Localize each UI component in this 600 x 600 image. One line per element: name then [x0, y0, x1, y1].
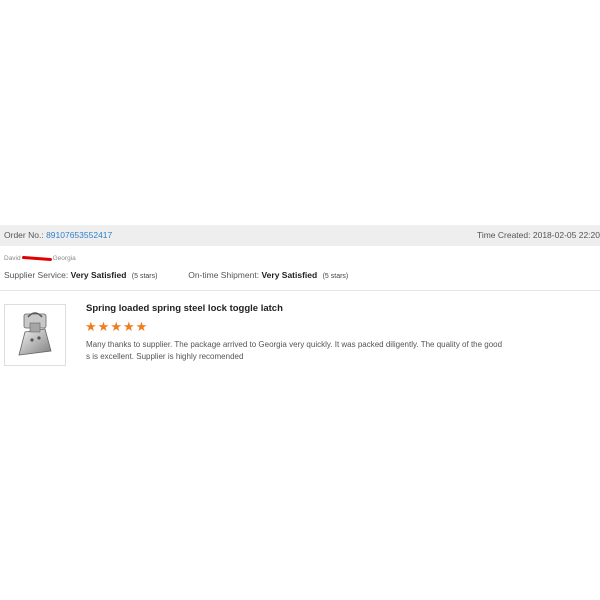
order-number: Order No.: 89107653552417: [4, 230, 112, 240]
service-ratings: Supplier Service: Very Satisfied (5 star…: [4, 270, 348, 280]
shipment-value: Very Satisfied: [261, 270, 318, 280]
order-header-bar: Order No.: 89107653552417 Time Created: …: [0, 225, 600, 246]
buyer-info: David Georgia: [4, 255, 76, 262]
supplier-service-value: Very Satisfied: [70, 270, 127, 280]
star-icon: ★: [97, 319, 110, 334]
buyer-location: Georgia: [52, 255, 76, 262]
buyer-name: David: [4, 255, 21, 262]
order-number-link[interactable]: 89107653552417: [46, 230, 112, 240]
star-icon: ★: [122, 319, 135, 334]
time-created-value: 2018-02-05 22:20: [532, 230, 600, 240]
star-rating: ★ ★ ★ ★ ★: [85, 320, 147, 334]
star-icon: ★: [110, 319, 122, 334]
time-created: Time Created: 2018-02-05 22:20: [477, 230, 600, 240]
star-icon: ★: [135, 319, 148, 334]
shipment-label: On-time Shipment:: [188, 270, 260, 280]
order-number-label: Order No.:: [4, 230, 44, 240]
star-icon: ★: [85, 319, 97, 334]
time-created-label: Time Created:: [476, 230, 531, 240]
toggle-latch-image: [18, 312, 52, 356]
redaction-mark: [21, 255, 52, 261]
review-text: Many thanks to supplier. The package arr…: [86, 340, 503, 361]
shipment-stars: (5 stars): [322, 273, 349, 280]
supplier-service-label: Supplier Service:: [4, 270, 69, 280]
supplier-service-stars: (5 stars): [131, 273, 158, 280]
divider: [0, 290, 600, 291]
product-image[interactable]: [4, 304, 66, 366]
product-title[interactable]: Spring loaded spring steel lock toggle l…: [86, 303, 283, 314]
